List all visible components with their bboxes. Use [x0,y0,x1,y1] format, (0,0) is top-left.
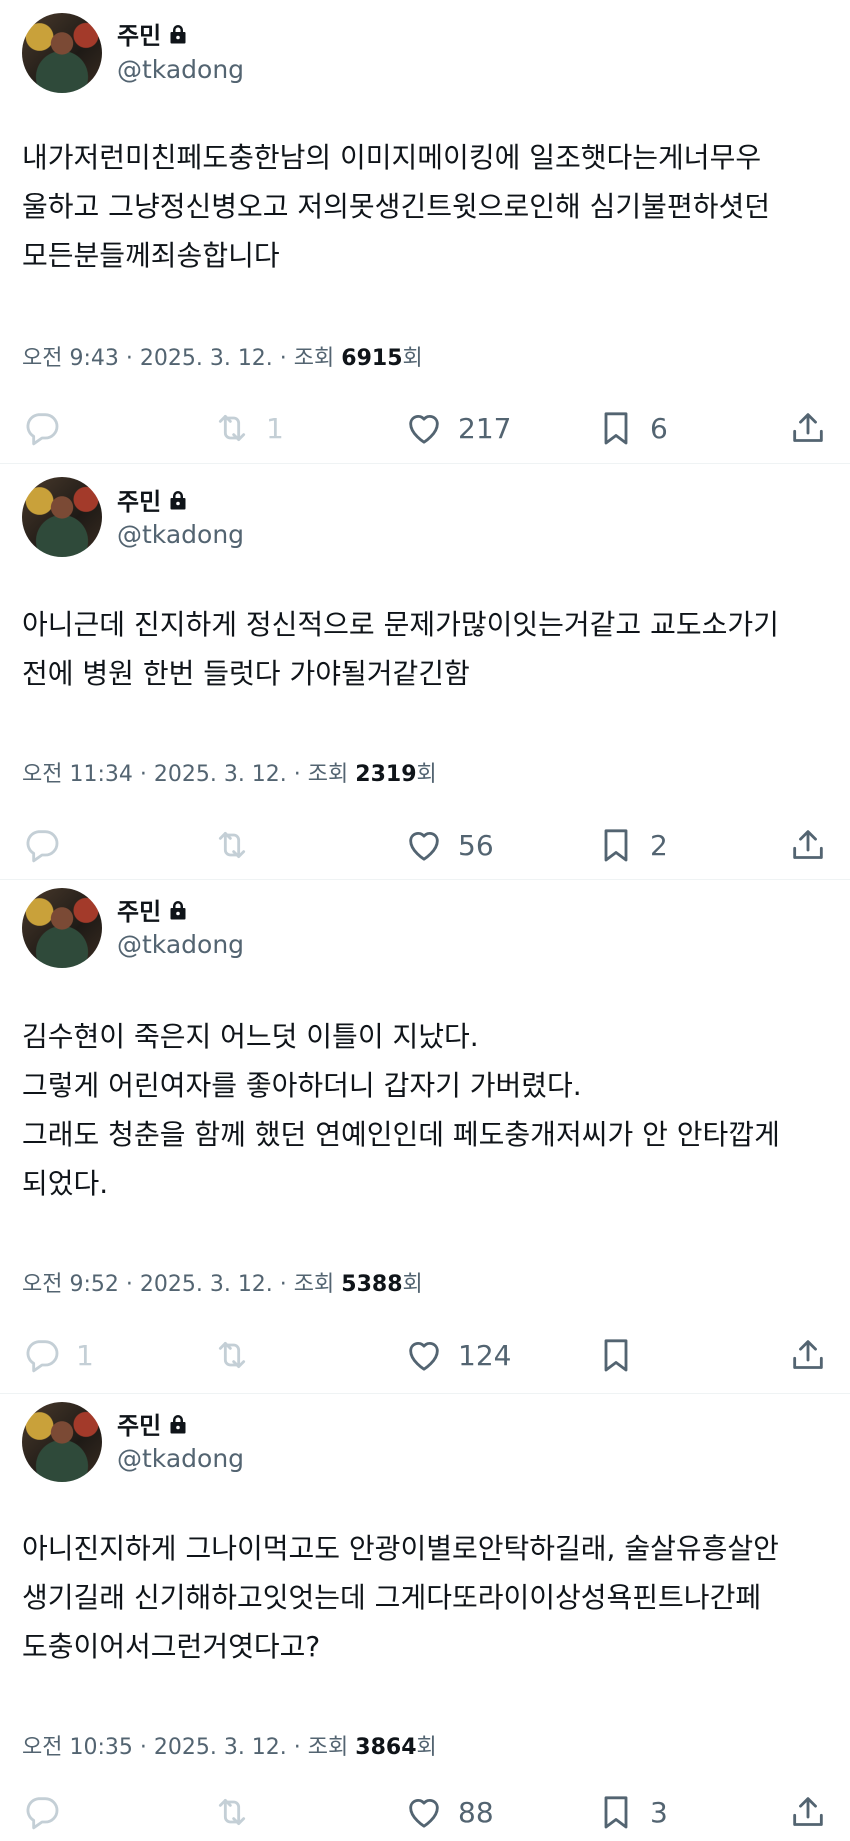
view-count: 3864 [355,1735,417,1760]
timestamp[interactable]: 오전 10:35 · 2025. 3. 12. · 조회 [22,1735,355,1760]
user-handle[interactable]: @tkadong [117,930,244,959]
bookmark-button[interactable]: 2 [596,820,668,870]
action-bar: 1 124 [0,1330,850,1380]
view-count: 6915 [341,346,403,371]
avatar[interactable] [22,477,102,557]
divider [0,1393,850,1394]
bookmark-button[interactable]: 3 [596,1787,668,1837]
like-button[interactable]: 88 [404,1787,494,1837]
timestamp[interactable]: 오전 9:43 · 2025. 3. 12. · 조회 [22,346,341,371]
display-name[interactable]: 주민 [117,16,161,51]
display-name[interactable]: 주민 [117,1406,161,1441]
tweet-meta: 오전 9:52 · 2025. 3. 12. · 조회 5388회 [22,1266,423,1298]
bookmark-icon [604,412,628,445]
retweet-icon [218,1341,246,1369]
share-button[interactable] [788,1787,828,1837]
reply-icon [26,830,59,863]
share-icon [793,830,823,859]
tweet-meta: 오전 10:35 · 2025. 3. 12. · 조회 3864회 [22,1729,437,1761]
avatar[interactable] [22,13,102,93]
bookmark-count: 3 [650,1795,668,1829]
reply-icon [26,1797,59,1830]
reply-button[interactable] [22,403,76,453]
divider [0,879,850,880]
tweet-text: 아니진지하게 그나이먹고도 안광이별로안탁하길래, 술살유흥살안 생기길래 신기… [22,1532,779,1663]
tweet-text: 내가저런미친페도충한남의 이미지메이킹에 일조햇다는게너무우 울하고 그냥정신병… [22,141,770,272]
like-count: 217 [458,411,512,445]
view-suffix: 회 [402,1272,423,1297]
heart-icon [409,831,439,861]
share-button[interactable] [788,820,828,870]
timestamp[interactable]: 오전 11:34 · 2025. 3. 12. · 조회 [22,762,355,787]
heart-icon [409,1798,439,1828]
bookmark-count: 2 [650,828,668,862]
view-suffix: 회 [416,1735,437,1760]
share-icon [793,413,823,442]
heart-icon [409,1341,439,1371]
like-button[interactable]: 56 [404,820,494,870]
share-icon [793,1797,823,1826]
retweet-button[interactable] [212,820,266,870]
reply-icon [26,1340,59,1373]
tweet-text: 아니근데 진지하게 정신적으로 문제가많이잇는거같고 교도소가기 전에 병원 한… [22,608,779,690]
action-bar: 88 3 [0,1787,850,1837]
author-row: 주민 [117,16,187,51]
user-handle[interactable]: @tkadong [117,520,244,549]
bookmark-count: 6 [650,411,668,445]
retweet-button[interactable]: 1 [212,403,284,453]
like-count: 56 [458,828,494,862]
user-handle[interactable]: @tkadong [117,55,244,84]
user-handle[interactable]: @tkadong [117,1444,244,1473]
like-count: 124 [458,1338,512,1372]
divider [0,463,850,464]
bookmark-icon [604,1796,628,1829]
lock-icon [170,24,186,43]
view-suffix: 회 [402,346,423,371]
view-count: 5388 [341,1272,403,1297]
bookmark-icon [604,829,628,862]
share-button[interactable] [788,1330,828,1380]
retweet-icon [218,831,246,859]
display-name[interactable]: 주민 [117,482,161,517]
reply-button[interactable] [22,820,76,870]
share-button[interactable] [788,403,828,453]
action-bar: 56 2 [0,820,850,870]
retweet-button[interactable] [212,1787,266,1837]
reply-icon [26,413,59,446]
reply-button[interactable] [22,1787,76,1837]
tweet-meta: 오전 9:43 · 2025. 3. 12. · 조회 6915회 [22,340,423,372]
timestamp[interactable]: 오전 9:52 · 2025. 3. 12. · 조회 [22,1272,341,1297]
heart-icon [409,414,439,444]
retweet-button[interactable] [212,1330,266,1380]
like-count: 88 [458,1795,494,1829]
retweet-icon [218,1798,246,1826]
retweet-icon [218,414,246,442]
action-bar: 1 217 6 [0,403,850,453]
author-row: 주민 [117,482,187,517]
reply-button[interactable]: 1 [22,1330,94,1380]
tweet-text: 김수현이 죽은지 어느덧 이틀이 지났다. 그렇게 어린여자를 좋아하더니 갑자… [22,1020,780,1200]
lock-icon [170,1414,186,1433]
bookmark-icon [604,1339,628,1372]
like-button[interactable]: 124 [404,1330,511,1380]
avatar[interactable] [22,1402,102,1482]
author-row: 주민 [117,1406,187,1441]
lock-icon [170,490,186,509]
view-count: 2319 [355,762,417,787]
bookmark-button[interactable]: 6 [596,403,668,453]
tweet-meta: 오전 11:34 · 2025. 3. 12. · 조회 2319회 [22,756,437,788]
share-icon [793,1340,823,1369]
retweet-count: 1 [266,411,284,445]
bookmark-button[interactable] [596,1330,650,1380]
avatar[interactable] [22,888,102,968]
lock-icon [170,900,186,919]
reply-count: 1 [76,1338,94,1372]
display-name[interactable]: 주민 [117,892,161,927]
author-row: 주민 [117,892,187,927]
like-button[interactable]: 217 [404,403,511,453]
view-suffix: 회 [416,762,437,787]
